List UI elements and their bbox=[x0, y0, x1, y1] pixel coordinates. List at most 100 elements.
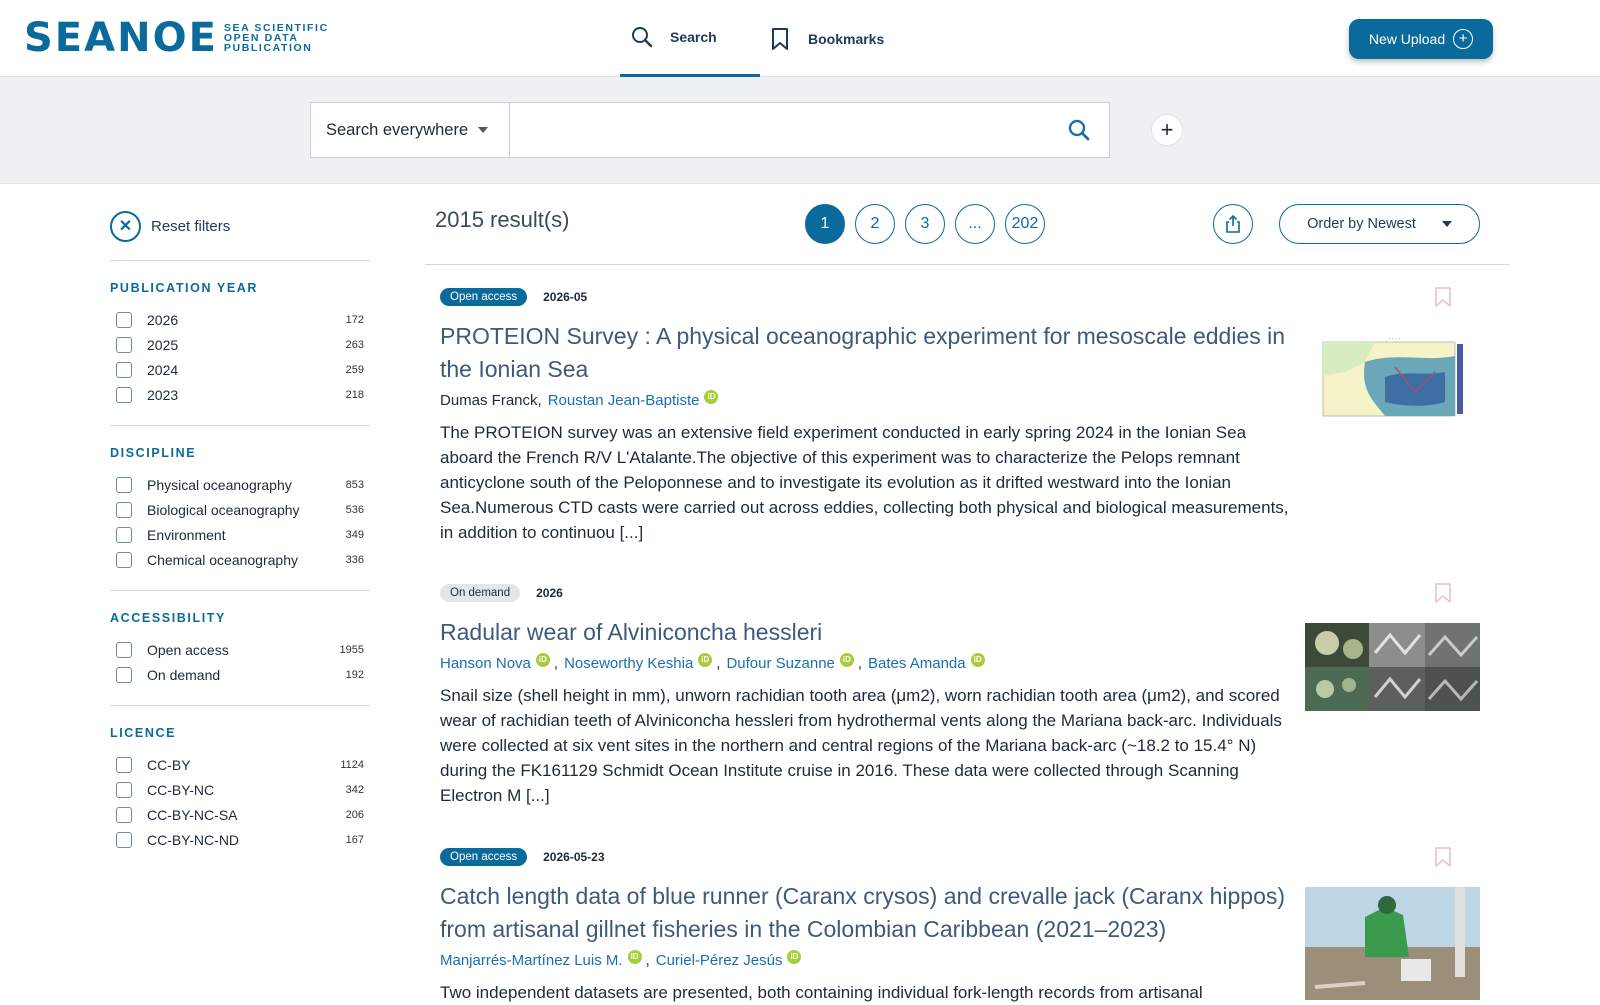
checkbox[interactable] bbox=[116, 756, 132, 773]
facet-option-label: Open access bbox=[147, 641, 229, 658]
facet-option[interactable]: 2023 218 bbox=[110, 382, 370, 407]
result-title-link[interactable]: Catch length data of blue runner (Caranx… bbox=[440, 880, 1300, 946]
bookmark-button[interactable] bbox=[1434, 286, 1452, 313]
facet-option[interactable]: 2026 172 bbox=[110, 307, 370, 332]
checkbox[interactable] bbox=[116, 781, 132, 798]
checkbox[interactable] bbox=[116, 311, 132, 328]
checkbox[interactable] bbox=[116, 386, 132, 403]
author-separator: , bbox=[645, 952, 650, 969]
search-input[interactable] bbox=[510, 103, 1049, 157]
checkbox[interactable] bbox=[116, 526, 132, 543]
facet-option-label: 2023 bbox=[147, 386, 179, 403]
orcid-icon[interactable]: iD bbox=[704, 390, 719, 404]
result-thumbnail[interactable]: · · · · bbox=[1305, 332, 1480, 422]
result-date: 2026 bbox=[536, 586, 563, 600]
result-card: Open access 2026-05 PROTEION Survey : A … bbox=[440, 286, 1480, 545]
author-link[interactable]: Hanson Nova bbox=[440, 653, 531, 675]
checkbox[interactable] bbox=[116, 641, 132, 658]
reset-filters-label: Reset filters bbox=[151, 217, 231, 235]
result-thumbnail[interactable] bbox=[1305, 623, 1480, 711]
bookmark-icon bbox=[1435, 847, 1451, 867]
search-box: Search everywhere bbox=[310, 102, 1110, 158]
result-title-link[interactable]: Radular wear of Alviniconcha hessleri bbox=[440, 616, 1290, 649]
share-icon bbox=[1226, 214, 1240, 233]
facet-option[interactable]: CC-BY-NC-SA 206 bbox=[110, 802, 370, 827]
orcid-icon[interactable]: iD bbox=[698, 653, 713, 667]
checkbox[interactable] bbox=[116, 476, 132, 493]
facet-option-label: 2024 bbox=[147, 361, 179, 378]
page-button[interactable]: 2 bbox=[855, 204, 895, 244]
orcid-icon[interactable]: iD bbox=[535, 653, 550, 667]
checkbox[interactable] bbox=[116, 361, 132, 378]
facet-option[interactable]: 2024 259 bbox=[110, 357, 370, 382]
nav-tab-bookmarks[interactable]: Bookmarks bbox=[768, 0, 908, 77]
facet-option[interactable]: Chemical oceanography 336 bbox=[110, 547, 370, 572]
facet-option-count: 172 bbox=[345, 313, 364, 326]
reset-filters-button[interactable]: ✕ Reset filters bbox=[110, 210, 370, 242]
author-link[interactable]: Roustan Jean-Baptiste bbox=[548, 390, 700, 412]
bookmark-icon bbox=[1435, 583, 1451, 603]
author-link[interactable]: Manjarrés-Martínez Luis M. bbox=[440, 950, 623, 972]
checkbox[interactable] bbox=[116, 551, 132, 568]
facet-option[interactable]: Open access 1955 bbox=[110, 637, 370, 662]
order-select-label: Order by Newest bbox=[1307, 216, 1416, 232]
results-count: 2015 result(s) bbox=[435, 207, 570, 232]
facet-option-count: 342 bbox=[345, 783, 364, 796]
page-ellipsis-button[interactable]: ... bbox=[955, 204, 995, 244]
checkbox[interactable] bbox=[116, 666, 132, 683]
orcid-icon[interactable]: iD bbox=[839, 653, 854, 667]
orcid-icon[interactable]: iD bbox=[970, 653, 985, 667]
share-button[interactable] bbox=[1213, 204, 1253, 244]
facet-option-count: 349 bbox=[345, 528, 364, 541]
facet-option[interactable]: CC-BY-NC-ND 167 bbox=[110, 827, 370, 852]
checkbox[interactable] bbox=[116, 336, 132, 353]
facet-option[interactable]: CC-BY-NC 342 bbox=[110, 777, 370, 802]
orcid-icon[interactable]: iD bbox=[787, 950, 802, 964]
author-link[interactable]: Bates Amanda bbox=[868, 653, 966, 675]
facet-option-count: 336 bbox=[345, 553, 364, 566]
facet-option-count: 536 bbox=[345, 503, 364, 516]
author-link[interactable]: Dufour Suzanne bbox=[726, 653, 834, 675]
order-select[interactable]: Order by Newest bbox=[1279, 204, 1480, 244]
nav-tab-search[interactable]: Search bbox=[620, 0, 760, 77]
author-link[interactable]: Noseworthy Keshia bbox=[564, 653, 693, 675]
checkbox[interactable] bbox=[116, 501, 132, 518]
checkbox[interactable] bbox=[116, 806, 132, 823]
facet-option[interactable]: Environment 349 bbox=[110, 522, 370, 547]
checkbox[interactable] bbox=[116, 831, 132, 848]
facet-option[interactable]: Biological oceanography 536 bbox=[110, 497, 370, 522]
facet-option[interactable]: 2025 263 bbox=[110, 332, 370, 357]
facet-licence: LICENCE CC-BY 1124 CC-BY-NC 342 CC-BY-NC-S… bbox=[110, 705, 370, 852]
facet-option[interactable]: On demand 192 bbox=[110, 662, 370, 687]
result-card: Open access 2026-05-23 Catch length data… bbox=[440, 846, 1480, 1005]
result-meta: On demand 2026 bbox=[440, 582, 1480, 604]
result-abstract: The PROTEION survey was an extensive fie… bbox=[440, 423, 1289, 542]
facet-option[interactable]: CC-BY 1124 bbox=[110, 752, 370, 777]
page-button[interactable]: 202 bbox=[1005, 204, 1045, 244]
author-separator: , bbox=[857, 655, 863, 672]
result-thumbnail[interactable] bbox=[1305, 887, 1480, 1000]
facet-option-label: On demand bbox=[147, 666, 221, 683]
author-separator: , bbox=[553, 655, 559, 672]
search-submit-button[interactable] bbox=[1049, 103, 1109, 157]
page-button[interactable]: 1 bbox=[805, 204, 845, 244]
facet-option-label: Environment bbox=[147, 526, 226, 543]
search-scope-select[interactable]: Search everywhere bbox=[311, 103, 510, 157]
facet-title: ACCESSIBILITY bbox=[110, 611, 226, 625]
author-link[interactable]: Curiel-Pérez Jesús bbox=[656, 950, 783, 972]
facet-option[interactable]: Physical oceanography 853 bbox=[110, 472, 370, 497]
access-badge: Open access bbox=[440, 288, 528, 306]
nav-bookmarks-label: Bookmarks bbox=[808, 30, 885, 47]
add-criteria-button[interactable]: + bbox=[1151, 114, 1183, 146]
logo-subtitle: SEA SCIENTIFIC OPEN DATA PUBLICATION bbox=[224, 23, 329, 54]
bookmark-button[interactable] bbox=[1434, 846, 1452, 873]
orcid-icon[interactable]: iD bbox=[627, 950, 642, 964]
page-button[interactable]: 3 bbox=[905, 204, 945, 244]
bookmark-button[interactable] bbox=[1434, 582, 1452, 609]
access-badge: On demand bbox=[440, 584, 521, 602]
new-upload-button[interactable]: New Upload + bbox=[1349, 19, 1493, 59]
search-scope-label: Search everywhere bbox=[326, 120, 469, 139]
seanoe-logo[interactable]: SEANOE SEA SCIENTIFIC OPEN DATA PUBLICAT… bbox=[24, 18, 329, 58]
facet-title: LICENCE bbox=[110, 726, 177, 740]
result-title-link[interactable]: PROTEION Survey : A physical oceanograph… bbox=[440, 320, 1290, 386]
